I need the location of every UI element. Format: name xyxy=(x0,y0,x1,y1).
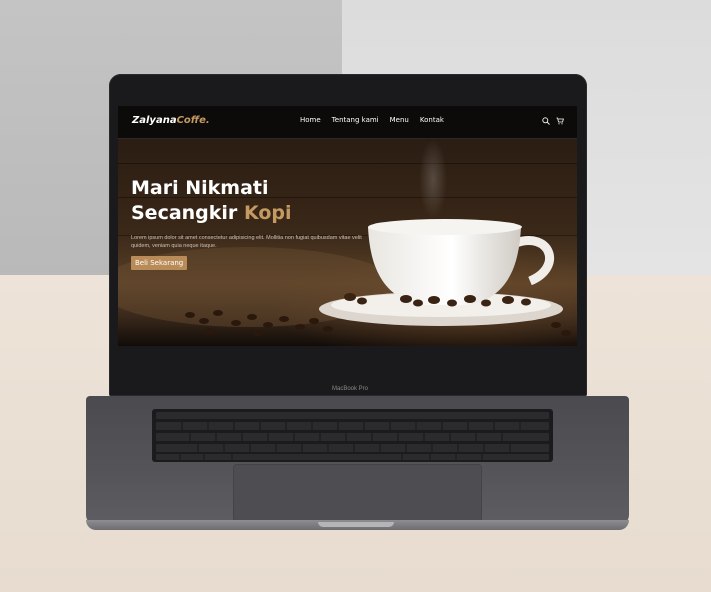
nav-link-menu[interactable]: Menu xyxy=(390,116,409,124)
steam xyxy=(419,139,447,219)
keyboard xyxy=(152,409,553,462)
logo-accent: Coffe. xyxy=(176,115,210,126)
headline-line-1: Mari Nikmati xyxy=(131,177,269,199)
lid-notch xyxy=(318,522,394,527)
laptop-screen: ZalyanaCoffe. Home Tentang kami Menu Kon… xyxy=(118,106,577,346)
logo-primary: Zalyana xyxy=(132,115,177,126)
nav-link-home[interactable]: Home xyxy=(300,116,321,124)
cup-rim xyxy=(368,219,522,235)
nav-icons xyxy=(542,117,564,125)
device-label: MacBook Pro xyxy=(331,386,368,392)
nav-link-tentang-kami[interactable]: Tentang kami xyxy=(332,116,379,124)
navbar: ZalyanaCoffe. Home Tentang kami Menu Kon… xyxy=(118,106,577,139)
headline-accent: Kopi xyxy=(243,202,292,224)
trackpad xyxy=(233,464,482,522)
headline-line-2: Secangkir xyxy=(131,202,238,224)
hero-headline: Mari Nikmati Secangkir Kopi xyxy=(131,176,292,226)
hero-description: Lorem ipsum dolor sit amet consectetur a… xyxy=(131,235,362,249)
buy-now-button[interactable]: Beli Sekarang xyxy=(131,256,188,270)
cup-handle xyxy=(514,236,554,286)
keyboard-keys xyxy=(156,412,549,460)
nav-links: Home Tentang kami Menu Kontak xyxy=(300,116,444,124)
cart-icon[interactable] xyxy=(556,117,564,125)
site-logo[interactable]: ZalyanaCoffe. xyxy=(132,115,210,126)
nav-link-kontak[interactable]: Kontak xyxy=(420,116,444,124)
search-icon[interactable] xyxy=(542,117,550,125)
